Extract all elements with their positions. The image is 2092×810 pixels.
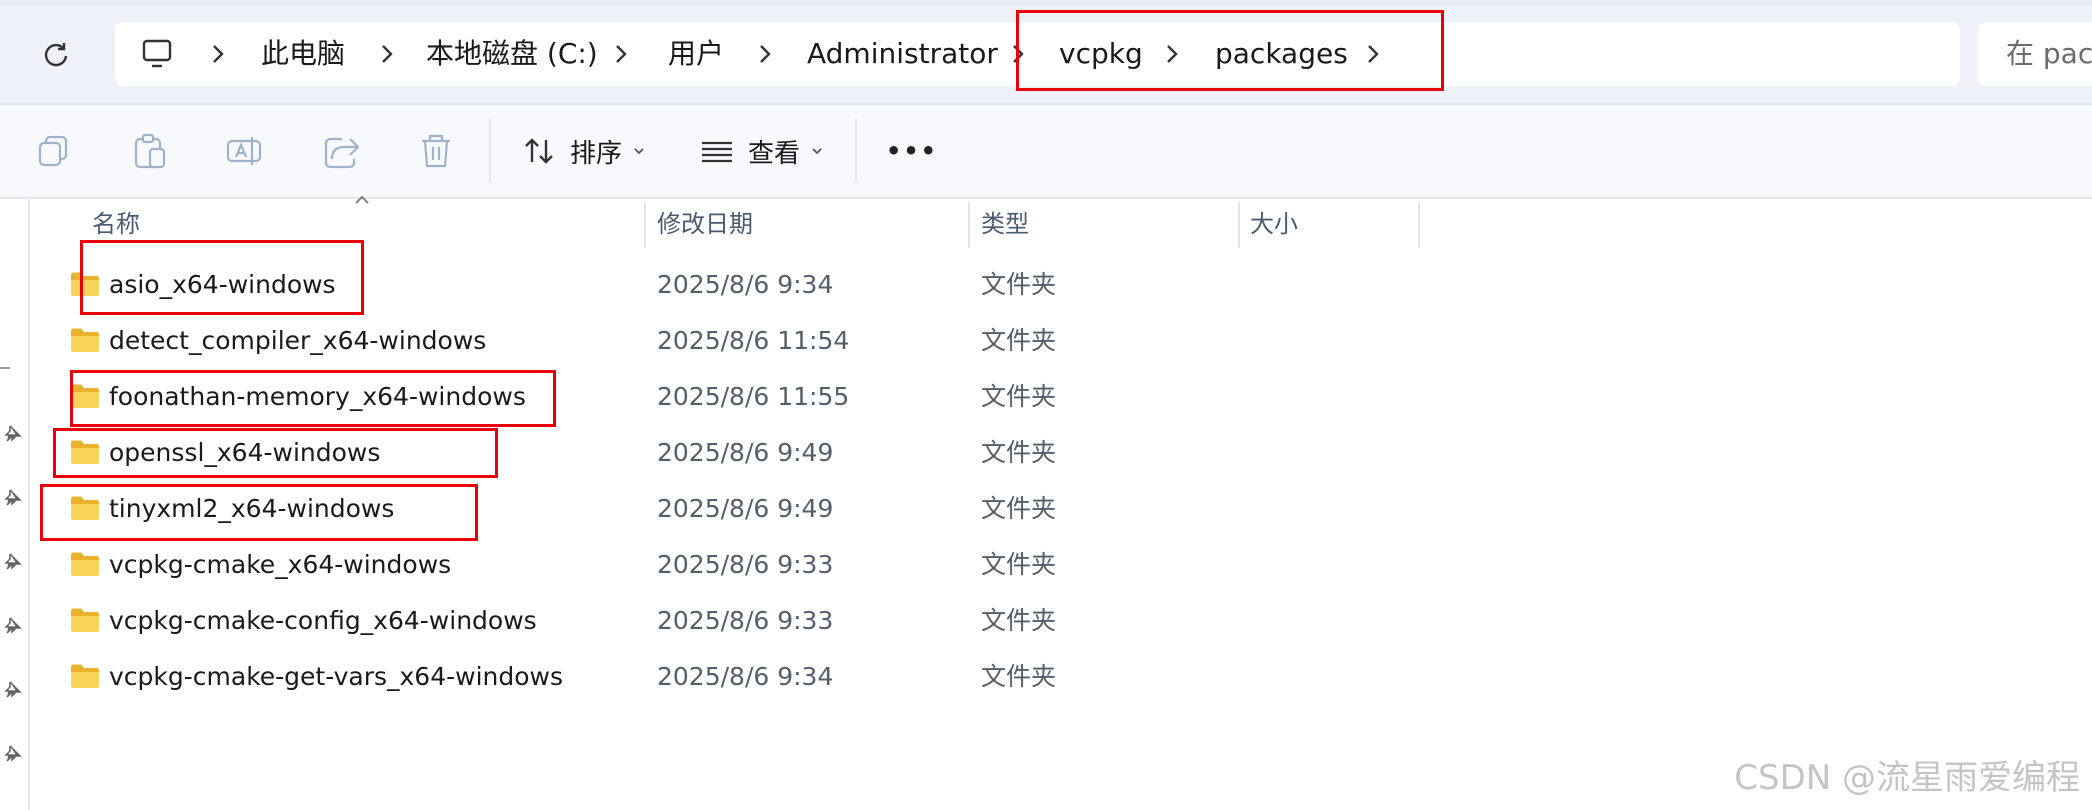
column-header-modified[interactable]: 修改日期 <box>657 199 753 249</box>
more-options-button[interactable]: ••• <box>886 125 938 177</box>
breadcrumb-item-administrator[interactable]: Administrator <box>807 22 998 86</box>
file-name: vcpkg-cmake-get-vars_x64-windows <box>109 662 564 691</box>
view-button[interactable]: 查看 <box>700 125 824 177</box>
file-name: detect_compiler_x64-windows <box>109 326 487 355</box>
chevron-down-icon <box>634 148 644 155</box>
pin-icon[interactable] <box>2 423 24 445</box>
chevron-right-icon[interactable] <box>753 42 777 66</box>
list-item[interactable]: detect_compiler_x64-windows 2025/8/6 11:5… <box>60 313 1440 369</box>
share-icon[interactable] <box>320 129 364 173</box>
list-item[interactable]: vcpkg-cmake_x64-windows 2025/8/6 9:33 文件夹 <box>60 537 1440 593</box>
file-modified-date: 2025/8/6 9:33 <box>657 606 834 635</box>
breadcrumb-item-users[interactable]: 用户 <box>668 22 724 86</box>
column-separator[interactable] <box>968 202 970 248</box>
file-modified-date: 2025/8/6 9:34 <box>657 270 834 299</box>
pin-icon[interactable] <box>2 487 24 509</box>
file-type: 文件夹 <box>981 326 1057 355</box>
folder-icon <box>71 608 99 632</box>
file-modified-date: 2025/8/6 11:54 <box>657 326 850 355</box>
search-placeholder: 在 pacl <box>2006 37 2092 70</box>
folder-icon <box>71 664 99 688</box>
watermark: CSDN @流星雨爱编程 <box>1734 758 2080 798</box>
pin-icon[interactable] <box>2 615 24 637</box>
column-separator[interactable] <box>1418 202 1420 248</box>
file-modified-date: 2025/8/6 11:55 <box>657 382 850 411</box>
highlight-box-openssl <box>53 428 498 478</box>
breadcrumb-item-local-disk[interactable]: 本地磁盘 (C:) <box>426 22 598 86</box>
more-label: ••• <box>886 137 939 165</box>
sort-button[interactable]: 排序 <box>522 125 646 177</box>
command-bar: 排序 查看 ••• <box>0 105 2092 199</box>
copy-icon[interactable] <box>32 129 76 173</box>
view-icon <box>702 141 732 163</box>
column-separator[interactable] <box>644 202 646 248</box>
sort-ascending-icon <box>355 195 369 204</box>
pin-icon[interactable] <box>2 679 24 701</box>
highlight-box-asio <box>80 240 364 315</box>
list-item[interactable]: vcpkg-cmake-config_x64-windows 2025/8/6 9… <box>60 593 1440 649</box>
nav-divider <box>0 367 10 369</box>
file-modified-date: 2025/8/6 9:49 <box>657 438 834 467</box>
paste-icon[interactable] <box>128 129 172 173</box>
file-type: 文件夹 <box>981 606 1057 635</box>
refresh-icon <box>44 43 68 67</box>
navigation-pane[interactable] <box>0 199 30 810</box>
refresh-button[interactable] <box>36 34 76 74</box>
rename-icon[interactable] <box>222 129 266 173</box>
chevron-right-icon[interactable] <box>206 42 230 66</box>
folder-icon <box>71 328 99 352</box>
chevron-right-icon[interactable] <box>609 42 633 66</box>
view-label: 查看 <box>748 138 801 169</box>
file-modified-date: 2025/8/6 9:49 <box>657 494 834 523</box>
folder-icon <box>71 552 99 576</box>
chevron-right-icon[interactable] <box>375 42 399 66</box>
file-name: vcpkg-cmake_x64-windows <box>109 550 452 579</box>
toolbar-divider <box>489 119 491 183</box>
toolbar-divider <box>855 119 857 183</box>
file-name: vcpkg-cmake-config_x64-windows <box>109 606 537 635</box>
file-type: 文件夹 <box>981 382 1057 411</box>
sort-label: 排序 <box>570 138 623 169</box>
column-separator[interactable] <box>1238 202 1240 248</box>
list-item[interactable]: vcpkg-cmake-get-vars_x64-windows 2025/8/6… <box>60 649 1440 705</box>
title-accent <box>0 0 2092 6</box>
breadcrumb-item-this-pc[interactable]: 此电脑 <box>261 22 345 86</box>
chevron-down-icon <box>812 148 822 155</box>
search-input[interactable]: 在 pacl <box>1978 22 2092 86</box>
file-type: 文件夹 <box>981 438 1057 467</box>
highlight-box-tinyxml2 <box>40 484 478 541</box>
computer-icon <box>142 39 172 68</box>
highlight-box-breadcrumb <box>1016 10 1444 91</box>
pin-icon[interactable] <box>2 551 24 573</box>
file-type: 文件夹 <box>981 270 1057 299</box>
sort-icon <box>525 138 553 164</box>
column-header-type[interactable]: 类型 <box>981 199 1029 249</box>
file-modified-date: 2025/8/6 9:34 <box>657 662 834 691</box>
file-modified-date: 2025/8/6 9:33 <box>657 550 834 579</box>
highlight-box-foonathan <box>70 370 556 427</box>
pin-icon[interactable] <box>2 743 24 765</box>
file-type: 文件夹 <box>981 494 1057 523</box>
delete-icon[interactable] <box>414 129 458 173</box>
file-type: 文件夹 <box>981 662 1057 691</box>
column-header-size[interactable]: 大小 <box>1250 199 1298 249</box>
file-type: 文件夹 <box>981 550 1057 579</box>
